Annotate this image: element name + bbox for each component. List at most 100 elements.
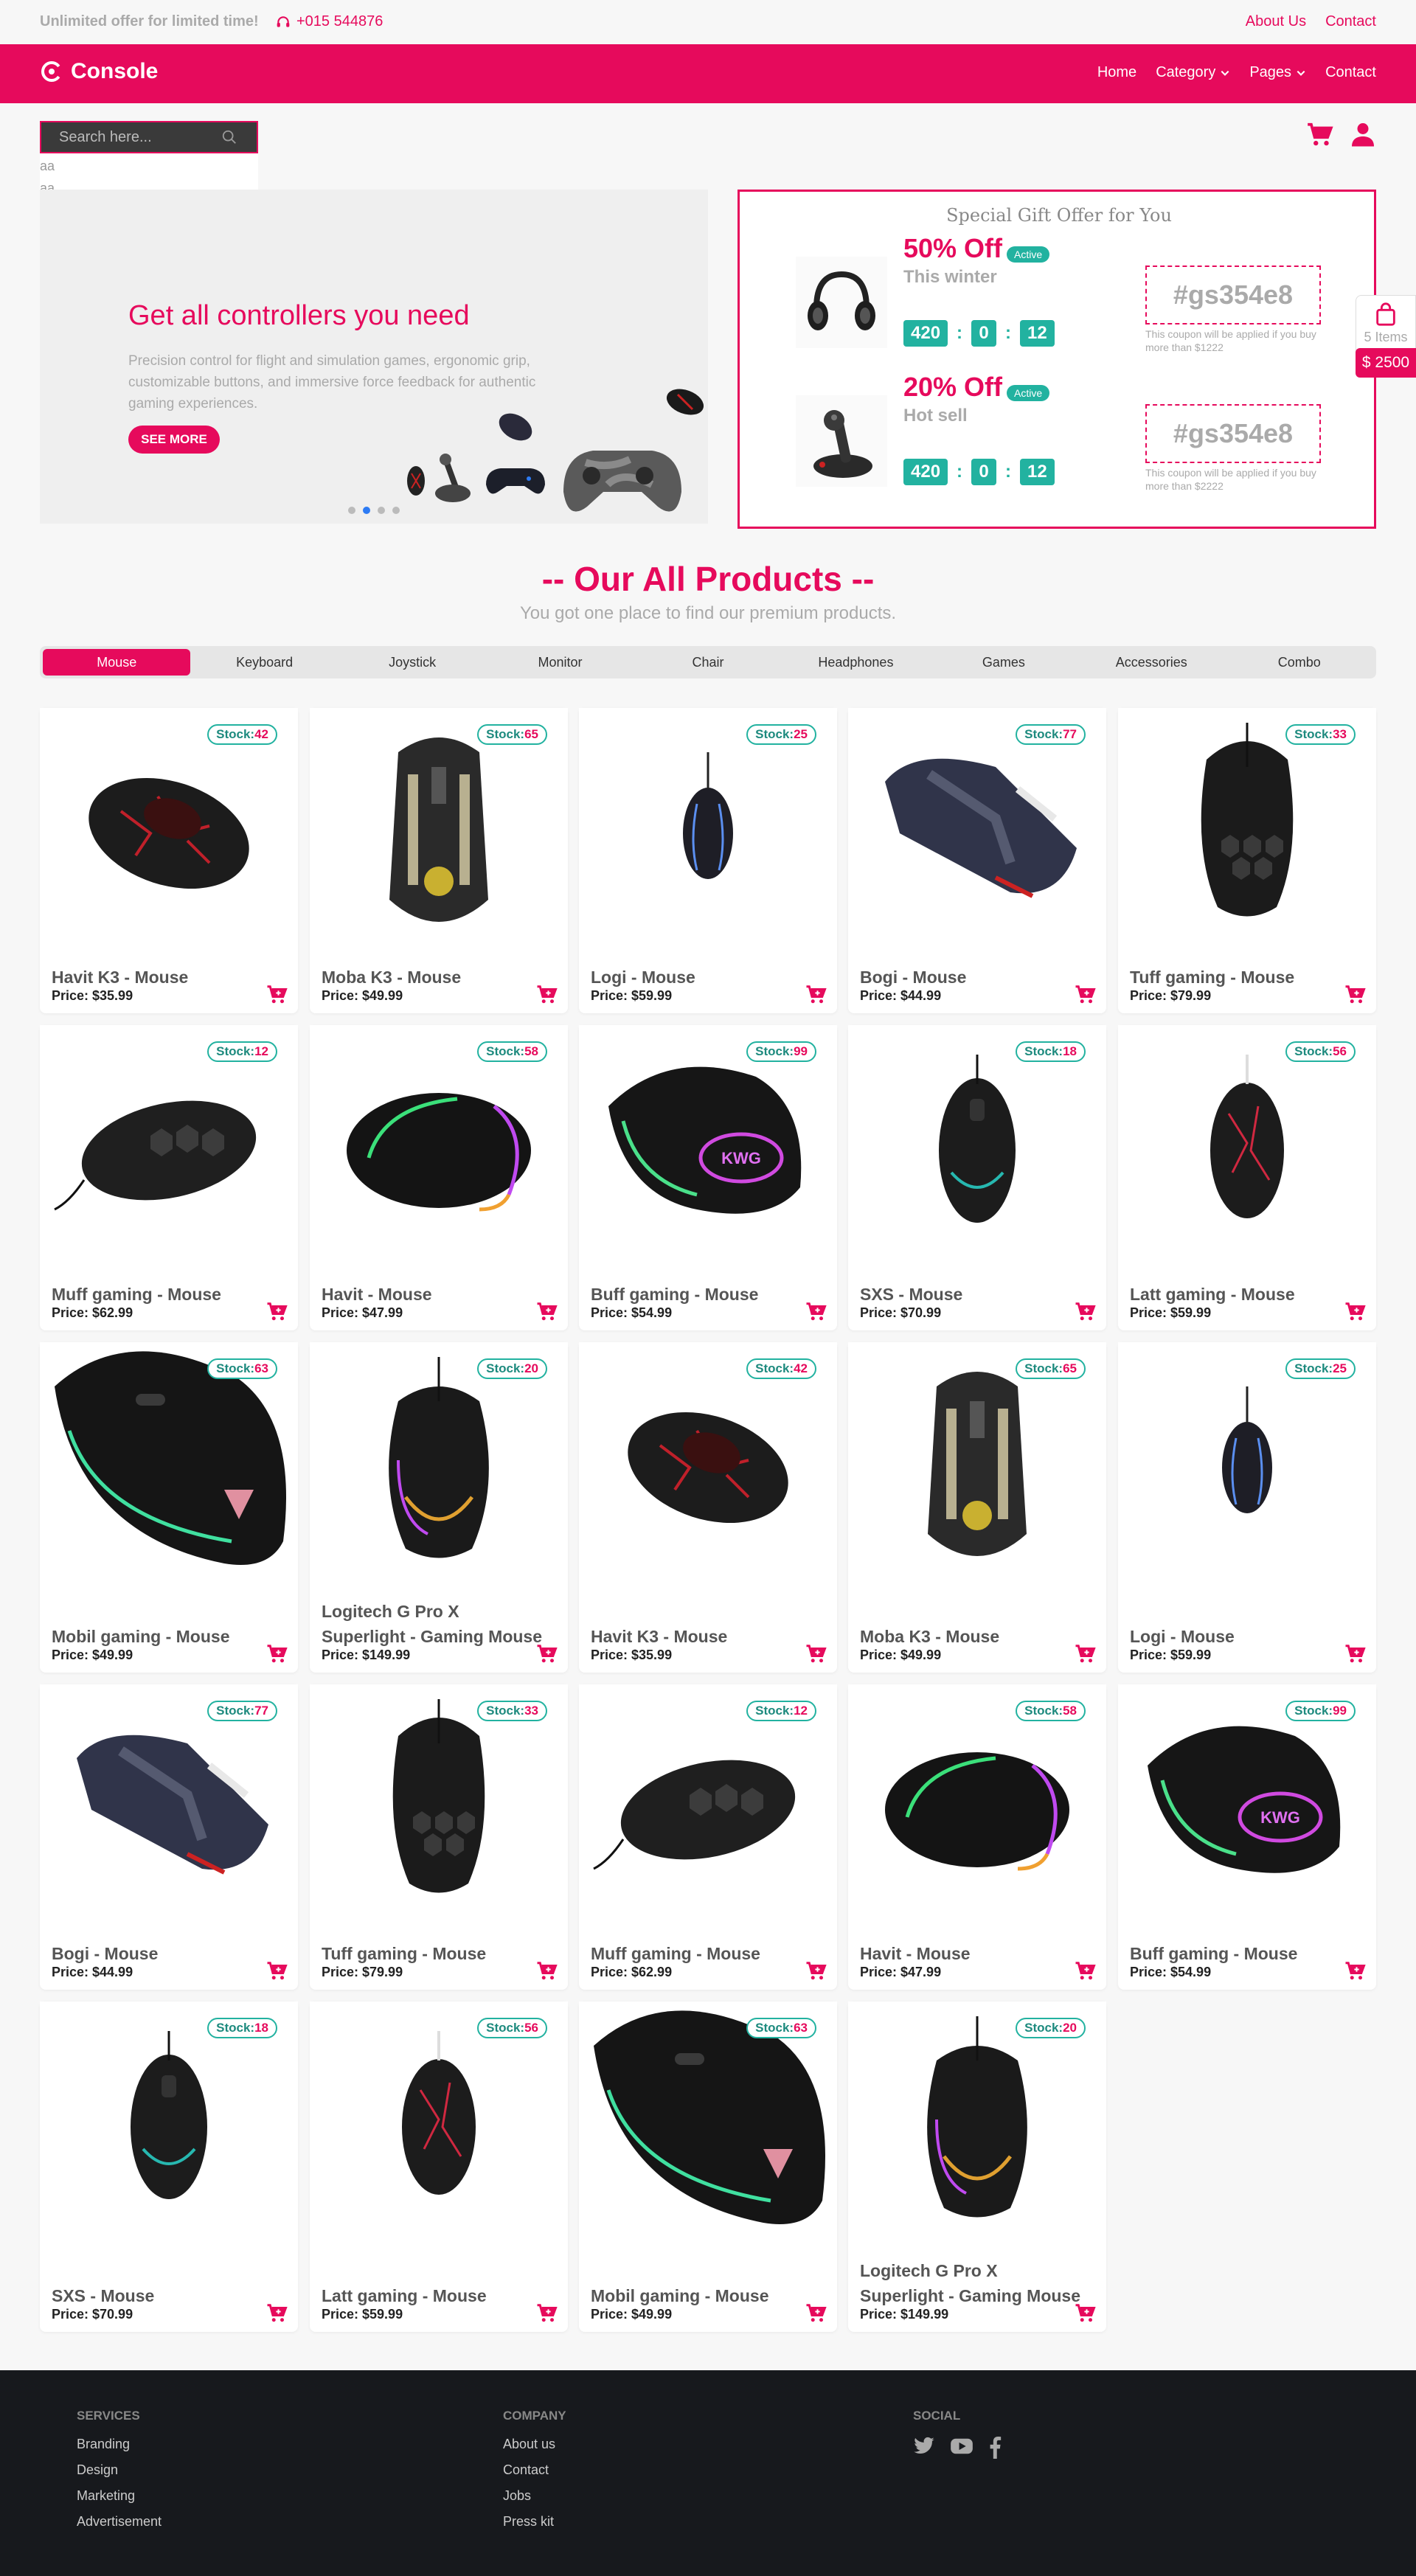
add-to-cart-icon[interactable]	[535, 2302, 558, 2325]
product-card[interactable]: Stock:20 Logitech G Pro X Superlight - Ga…	[848, 2002, 1106, 2332]
product-name[interactable]: Havit - Mouse	[860, 1941, 1081, 1966]
tab-mouse[interactable]: Mouse	[43, 649, 191, 676]
tab-combo[interactable]: Combo	[1226, 649, 1373, 676]
footer-link[interactable]: Contact	[503, 2462, 566, 2478]
add-to-cart-icon[interactable]	[1074, 1301, 1096, 1323]
product-name[interactable]: Mobil gaming - Mouse	[591, 2283, 812, 2308]
product-card[interactable]: KWG Stock:99 Buff gaming - Mouse Price: $54…	[579, 1025, 837, 1330]
footer-link[interactable]: About us	[503, 2437, 566, 2452]
product-card[interactable]: KWG Stock:99 Buff gaming - Mouse Price: $54…	[1118, 1684, 1376, 1990]
search-input[interactable]	[59, 128, 221, 146]
product-name[interactable]: Latt gaming - Mouse	[1130, 1282, 1351, 1307]
product-name[interactable]: Tuff gaming - Mouse	[1130, 965, 1351, 990]
tab-games[interactable]: Games	[930, 649, 1077, 676]
product-name[interactable]: SXS - Mouse	[860, 1282, 1081, 1307]
product-name[interactable]: Havit K3 - Mouse	[52, 965, 273, 990]
carousel-dot[interactable]	[348, 507, 355, 514]
add-to-cart-icon[interactable]	[1074, 1643, 1096, 1665]
product-name[interactable]: Buff gaming - Mouse	[591, 1282, 812, 1307]
footer-link[interactable]: Branding	[77, 2437, 162, 2452]
product-card[interactable]: Stock:63 Mobil gaming - Mouse Price: $49.9…	[579, 2002, 837, 2332]
tab-headphones[interactable]: Headphones	[782, 649, 929, 676]
product-card[interactable]: Stock:42 Havit K3 - Mouse Price: $35.99	[40, 708, 298, 1013]
see-more-button[interactable]: SEE MORE	[128, 426, 220, 454]
product-card[interactable]: Stock:77 Bogi - Mouse Price: $44.99	[40, 1684, 298, 1990]
twitter-icon[interactable]	[913, 2437, 935, 2456]
product-name[interactable]: Logi - Mouse	[591, 965, 812, 990]
coupon-code[interactable]: #gs354e8	[1145, 404, 1321, 463]
product-card[interactable]: Stock:42 Havit K3 - Mouse Price: $35.99	[579, 1342, 837, 1673]
add-to-cart-icon[interactable]	[266, 2302, 288, 2325]
product-name[interactable]: Logitech G Pro X Superlight - Gaming Mou…	[860, 2258, 1081, 2308]
product-card[interactable]: Stock:20 Logitech G Pro X Superlight - Ga…	[310, 1342, 568, 1673]
product-card[interactable]: Stock:56 Latt gaming - Mouse Price: $59.99	[1118, 1025, 1376, 1330]
add-to-cart-icon[interactable]	[805, 1643, 827, 1665]
product-name[interactable]: Havit - Mouse	[322, 1282, 543, 1307]
footer-link[interactable]: Jobs	[503, 2488, 566, 2504]
product-card[interactable]: Stock:58 Havit - Mouse Price: $47.99	[310, 1025, 568, 1330]
footer-link[interactable]: Advertisement	[77, 2514, 162, 2530]
carousel-dot[interactable]	[378, 507, 385, 514]
add-to-cart-icon[interactable]	[535, 1960, 558, 1982]
product-card[interactable]: Stock:25 Logi - Mouse Price: $59.99	[1118, 1342, 1376, 1673]
add-to-cart-icon[interactable]	[266, 1643, 288, 1665]
product-name[interactable]: Bogi - Mouse	[52, 1941, 273, 1966]
add-to-cart-icon[interactable]	[535, 1301, 558, 1323]
tab-monitor[interactable]: Monitor	[486, 649, 634, 676]
nav-contact[interactable]: Contact	[1325, 64, 1376, 81]
product-card[interactable]: Stock:33 Tuff gaming - Mouse Price: $79.99	[1118, 708, 1376, 1013]
add-to-cart-icon[interactable]	[535, 1643, 558, 1665]
nav-pages[interactable]: Pages	[1249, 64, 1306, 81]
product-card[interactable]: Stock:33 Tuff gaming - Mouse Price: $79.99	[310, 1684, 568, 1990]
product-name[interactable]: Tuff gaming - Mouse	[322, 1941, 543, 1966]
tab-accessories[interactable]: Accessories	[1077, 649, 1225, 676]
top-link-contact[interactable]: Contact	[1325, 13, 1376, 30]
coupon-code[interactable]: #gs354e8	[1145, 265, 1321, 324]
product-card[interactable]: Stock:65 Moba K3 - Mouse Price: $49.99	[310, 708, 568, 1013]
product-card[interactable]: Stock:63 Mobil gaming - Mouse Price: $49.9…	[40, 1342, 298, 1673]
cart-icon[interactable]	[1305, 121, 1333, 149]
product-name[interactable]: Logi - Mouse	[1130, 1624, 1351, 1649]
product-card[interactable]: Stock:58 Havit - Mouse Price: $47.99	[848, 1684, 1106, 1990]
product-card[interactable]: Stock:12 Muff gaming - Mouse Price: $62.99	[40, 1025, 298, 1330]
search-icon[interactable]	[221, 129, 237, 145]
product-card[interactable]: Stock:65 Moba K3 - Mouse Price: $49.99	[848, 1342, 1106, 1673]
product-name[interactable]: Muff gaming - Mouse	[52, 1282, 273, 1307]
add-to-cart-icon[interactable]	[805, 984, 827, 1006]
add-to-cart-icon[interactable]	[1344, 1301, 1366, 1323]
tab-keyboard[interactable]: Keyboard	[190, 649, 338, 676]
facebook-icon[interactable]	[988, 2437, 1002, 2459]
add-to-cart-icon[interactable]	[266, 1960, 288, 1982]
add-to-cart-icon[interactable]	[1074, 984, 1096, 1006]
footer-link[interactable]: Press kit	[503, 2514, 566, 2530]
top-link-about[interactable]: About Us	[1246, 13, 1306, 30]
phone-link[interactable]: +015 544876	[276, 13, 383, 30]
brand-logo[interactable]: Console	[40, 59, 158, 84]
add-to-cart-icon[interactable]	[1074, 1960, 1096, 1982]
add-to-cart-icon[interactable]	[266, 984, 288, 1006]
add-to-cart-icon[interactable]	[1074, 2302, 1096, 2325]
add-to-cart-icon[interactable]	[805, 1960, 827, 1982]
product-card[interactable]: Stock:77 Bogi - Mouse Price: $44.99	[848, 708, 1106, 1013]
product-card[interactable]: Stock:12 Muff gaming - Mouse Price: $62.99	[579, 1684, 837, 1990]
product-card[interactable]: Stock:18 SXS - Mouse Price: $70.99	[40, 2002, 298, 2332]
product-card[interactable]: Stock:18 SXS - Mouse Price: $70.99	[848, 1025, 1106, 1330]
product-name[interactable]: SXS - Mouse	[52, 2283, 273, 2308]
carousel-dot[interactable]	[392, 507, 400, 514]
carousel-dot-active[interactable]	[363, 507, 370, 514]
product-name[interactable]: Buff gaming - Mouse	[1130, 1941, 1351, 1966]
footer-link[interactable]: Marketing	[77, 2488, 162, 2504]
product-name[interactable]: Muff gaming - Mouse	[591, 1941, 812, 1966]
cart-total[interactable]: $ 2500	[1356, 348, 1416, 378]
add-to-cart-icon[interactable]	[535, 984, 558, 1006]
add-to-cart-icon[interactable]	[1344, 984, 1366, 1006]
add-to-cart-icon[interactable]	[805, 1301, 827, 1323]
product-name[interactable]: Moba K3 - Mouse	[860, 1624, 1081, 1649]
product-name[interactable]: Moba K3 - Mouse	[322, 965, 543, 990]
product-name[interactable]: Havit K3 - Mouse	[591, 1624, 812, 1649]
add-to-cart-icon[interactable]	[805, 2302, 827, 2325]
suggestion-item[interactable]: aa	[40, 155, 258, 177]
user-icon[interactable]	[1350, 121, 1376, 147]
tab-joystick[interactable]: Joystick	[339, 649, 486, 676]
product-card[interactable]: Stock:25 Logi - Mouse Price: $59.99	[579, 708, 837, 1013]
